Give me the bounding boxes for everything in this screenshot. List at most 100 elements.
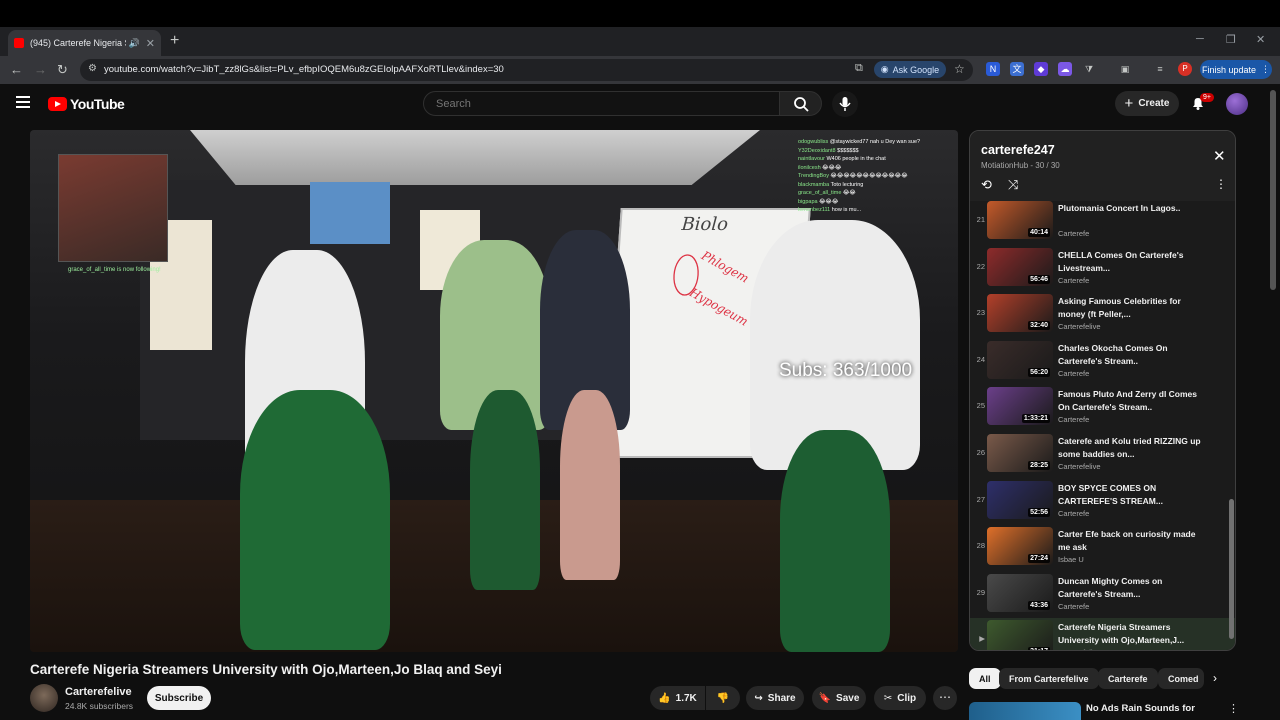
like-count: 1.7K xyxy=(675,692,697,704)
chip-from-channel[interactable]: From Carterefelive xyxy=(999,668,1099,689)
playlist-video-channel: Carterefe xyxy=(1058,229,1090,238)
chip-all[interactable]: All xyxy=(969,668,1001,689)
playlist-item[interactable]: ▶ 31:17 Carterefe Nigeria Streamers Univer… xyxy=(970,618,1235,650)
playlist-thumbnail[interactable]: 28:25 xyxy=(987,434,1053,472)
scissors-icon: ✂ xyxy=(883,692,893,704)
playlist-item[interactable]: 27 52:56 BOY SPYCE COMES ON CARTEREFE'S ST… xyxy=(970,479,1235,525)
channel-name[interactable]: Carterefelive xyxy=(65,686,132,698)
voice-search-button[interactable] xyxy=(832,91,858,117)
playlist-item[interactable]: 24 56:20 Charles Okocha Comes On Carterefe… xyxy=(970,339,1235,385)
dislike-button[interactable]: 👎 xyxy=(706,686,740,710)
extension-shield-icon[interactable]: ◆ xyxy=(1034,62,1048,76)
install-app-icon[interactable]: ⧉ xyxy=(855,62,863,75)
finish-update-button[interactable]: Finish update ⋮ xyxy=(1200,60,1272,79)
chip-carterefe[interactable]: Carterefe xyxy=(1098,668,1158,689)
loop-playlist-icon[interactable]: ⟲ xyxy=(981,177,992,193)
profile-avatar[interactable]: P xyxy=(1178,62,1192,76)
youtube-logo[interactable]: YouTube xyxy=(48,96,125,112)
bookmark-star-icon[interactable]: ☆ xyxy=(954,62,965,76)
chat-line: bigpapa 😂😂😂 xyxy=(798,198,958,207)
playlist-index: 29 xyxy=(976,587,985,597)
playlist-video-channel: Carterefe xyxy=(1058,368,1090,378)
recommendation-menu-icon[interactable]: ⋮ xyxy=(1228,702,1239,715)
playlist-thumbnail[interactable]: 1:33:21 xyxy=(987,387,1053,426)
playlist-subtitle: MotiationHub - 30 / 30 xyxy=(981,161,1060,170)
duration-badge: 40:14 xyxy=(1028,228,1050,237)
extension-cloud-icon[interactable]: ☁ xyxy=(1058,62,1072,76)
playlist-thumbnail[interactable]: 32:40 xyxy=(987,294,1053,333)
kebab-menu-icon: ⋮ xyxy=(1261,64,1271,74)
recommendation-title[interactable]: No Ads Rain Sounds for xyxy=(1086,703,1195,714)
search-button[interactable] xyxy=(779,91,822,116)
duration-badge: 56:20 xyxy=(1028,367,1050,377)
window-close-button[interactable]: ✕ xyxy=(1256,33,1265,46)
playlist-item[interactable]: 22 56:46 CHELLA Comes On Carterefe's Lives… xyxy=(970,246,1235,292)
youtube-favicon-icon xyxy=(14,38,24,48)
playlist-scrollbar[interactable] xyxy=(1229,199,1234,644)
clip-button[interactable]: ✂ Clip xyxy=(874,686,926,710)
new-tab-button[interactable]: + xyxy=(170,32,179,50)
playlist-thumbnail[interactable]: 31:17 xyxy=(987,620,1053,650)
ask-google-button[interactable]: ◉ Ask Google xyxy=(874,61,946,78)
microphone-icon xyxy=(839,97,851,111)
minimize-button[interactable]: ─ xyxy=(1196,33,1204,45)
hamburger-menu-icon[interactable] xyxy=(16,96,30,111)
playlist-thumbnail[interactable]: 40:14 xyxy=(987,201,1053,239)
playlist-item[interactable]: 21 40:14 Plutomania Concert In Lagos.. Cart… xyxy=(970,199,1235,245)
playlist-thumbnail[interactable]: 56:46 xyxy=(987,247,1053,286)
chat-user: odogwubliss xyxy=(798,139,829,145)
chat-user: Y32Deoxidant8 xyxy=(798,147,836,154)
extensions-puzzle-icon[interactable]: ⧩ xyxy=(1082,62,1096,76)
share-button[interactable]: ↪ Share xyxy=(746,686,804,710)
extension-n-icon[interactable]: N xyxy=(986,62,1000,76)
back-icon[interactable]: ← xyxy=(10,62,23,77)
forward-icon[interactable]: → xyxy=(34,62,47,77)
playlist-thumbnail[interactable]: 27:24 xyxy=(987,527,1053,566)
chevron-right-icon[interactable]: › xyxy=(1213,671,1217,685)
chip-comedy[interactable]: Comed xyxy=(1158,668,1204,689)
streamer-webcam-overlay xyxy=(58,154,168,262)
playlist-menu-icon[interactable]: ⋮ xyxy=(1215,177,1227,191)
account-avatar[interactable] xyxy=(1226,93,1248,115)
reload-icon[interactable]: ↻ xyxy=(57,62,68,78)
like-button[interactable]: 👍 1.7K xyxy=(650,686,705,710)
playlist-item[interactable]: 28 27:24 Carter Efe back on curiosity made… xyxy=(970,525,1235,571)
reading-list-icon[interactable]: ≡ xyxy=(1153,62,1167,76)
playlist-scroll-thumb[interactable] xyxy=(1229,499,1234,639)
close-tab-icon[interactable]: ✕ xyxy=(146,37,155,50)
create-button[interactable]: + Create xyxy=(1115,91,1179,116)
site-info-icon[interactable]: ⚙ xyxy=(88,63,97,74)
subscribe-button[interactable]: Subscribe xyxy=(147,686,211,710)
save-button[interactable]: 🔖 Save xyxy=(812,686,866,710)
playlist-item[interactable]: 26 28:25 Caterefe and Kolu tried RIZZING u… xyxy=(970,432,1235,478)
page-scrollbar[interactable] xyxy=(1270,90,1276,290)
shuffle-icon[interactable]: ⤨ xyxy=(1008,177,1018,193)
search-input[interactable] xyxy=(436,98,756,110)
playlist-video-title: BOY SPYCE COMES ON CARTEREFE'S STREAM... xyxy=(1058,482,1163,506)
channel-avatar[interactable] xyxy=(30,684,58,712)
maximize-button[interactable]: ❐ xyxy=(1226,33,1236,46)
recommendation-thumbnail[interactable] xyxy=(969,702,1081,720)
screen-top-bar xyxy=(0,0,1280,27)
playlist-item[interactable]: 29 43:36 Duncan Mighty Comes on Carterefe'… xyxy=(970,572,1235,618)
share-label: Share xyxy=(767,692,796,704)
playlist-index: 21 xyxy=(976,215,985,224)
chat-message: 😂😂😂 xyxy=(822,164,842,171)
youtube-wordmark: YouTube xyxy=(70,96,125,112)
playlist-title[interactable]: carterefe247 xyxy=(981,143,1055,157)
extension-translate-icon[interactable]: 文 xyxy=(1010,62,1024,76)
playlist-thumbnail[interactable]: 43:36 xyxy=(987,573,1053,612)
video-player[interactable]: Biolo Phlogem Hypogeum grace_of_all_time… xyxy=(30,130,958,652)
search-box[interactable] xyxy=(423,91,780,116)
playlist-item[interactable]: 25 1:33:21 Famous Pluto And Zerry dl Comes… xyxy=(970,385,1235,431)
more-actions-button[interactable]: ⋯ xyxy=(933,686,957,710)
address-bar[interactable]: ⚙ youtube.com/watch?v=JibT_zz8lGs&list=P… xyxy=(80,59,973,81)
audio-playing-icon[interactable]: 🔊 xyxy=(129,38,140,49)
playlist-video-title: Asking Famous Celebrities for money (ft … xyxy=(1058,296,1181,320)
browser-tab[interactable]: (945) Carterefe Nigeria Stre 🔊 ✕ xyxy=(8,30,161,56)
playlist-item[interactable]: 23 32:40 Asking Famous Celebrities for mon… xyxy=(970,292,1235,338)
close-playlist-icon[interactable]: ✕ xyxy=(1213,147,1226,165)
screenshot-icon[interactable]: ▣ xyxy=(1118,62,1132,76)
playlist-thumbnail[interactable]: 56:20 xyxy=(987,340,1053,379)
playlist-thumbnail[interactable]: 52:56 xyxy=(987,480,1053,519)
